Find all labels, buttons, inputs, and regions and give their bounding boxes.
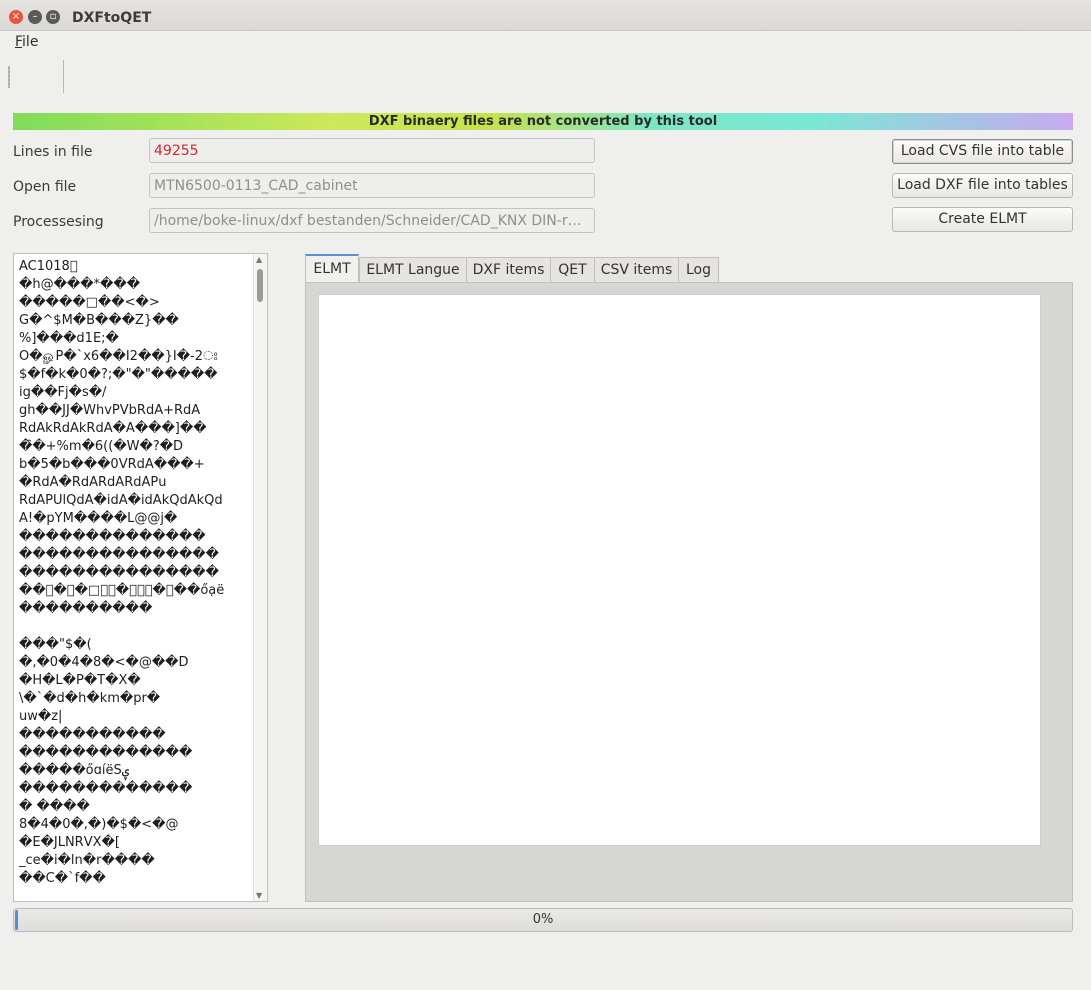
toolbar-grip-handle[interactable] bbox=[8, 66, 10, 88]
file-content-line: G�^$M�B���Z}�� bbox=[19, 312, 254, 330]
file-content-line: � ���� bbox=[19, 798, 254, 816]
file-content-line: ���������� bbox=[19, 600, 254, 618]
file-content-line: �,�0�4�8�<�@��D bbox=[19, 654, 254, 672]
file-content-line: 8�4�0�,�)�$�<�@ bbox=[19, 816, 254, 834]
file-content-line: �H�L�P�T�X� bbox=[19, 672, 254, 690]
file-content-line: �����□��<�> bbox=[19, 294, 254, 312]
lines-in-file-label: Lines in file bbox=[13, 144, 92, 160]
file-content-line: �����őɑíëSۑ bbox=[19, 762, 254, 780]
title-bar: × – ▫ DXFtoQET bbox=[0, 0, 1091, 31]
elmt-preview-canvas[interactable] bbox=[318, 294, 1041, 846]
file-content-line: gh��JJ�WhvPVbRdA+RdA bbox=[19, 402, 254, 420]
file-content-lines: AC1018  �h@���*�� � �����□��<�> G�^… bbox=[19, 258, 254, 888]
processing-path-field[interactable]: /home/boke-linux/dxf bestanden/Schneider… bbox=[149, 208, 595, 233]
menu-file-label: ile bbox=[22, 34, 38, 50]
file-content-line: b�5�b���0VRdA���+ bbox=[19, 456, 254, 474]
file-content-line: �E�JLNRVX�[ bbox=[19, 834, 254, 852]
file-content-line: O�ௐP�`x6��I2��}I�-2ਃ bbox=[19, 348, 254, 366]
scroll-up-arrow-icon[interactable]: ▲ bbox=[256, 255, 262, 264]
menu-file-mnemonic: F bbox=[15, 34, 22, 50]
load-cvs-button[interactable]: Load CVS file into table bbox=[892, 139, 1073, 164]
file-content-scrollbar[interactable]: ▲ ▼ bbox=[253, 254, 267, 901]
close-window-button[interactable]: × bbox=[9, 10, 23, 24]
file-content-line: ��C�`f�� bbox=[19, 870, 254, 888]
scroll-thumb[interactable] bbox=[257, 269, 263, 302]
file-content-line: %]���d1E;� bbox=[19, 330, 254, 348]
warning-banner: DXF binaery files are not converted by t… bbox=[13, 113, 1073, 130]
file-content-line: uw�z| bbox=[19, 708, 254, 726]
file-content-line: �̑�+%m�6((�W�?�D bbox=[19, 438, 254, 456]
file-content-line: A!�pYM����L@@j� bbox=[19, 510, 254, 528]
file-content-line: _ce�i�ln�r���� bbox=[19, 852, 254, 870]
tab-elmt-langue[interactable]: ELMT Langue bbox=[359, 257, 467, 282]
tab-csv-items[interactable]: CSV items bbox=[594, 257, 679, 282]
file-content-line: $�f�k�0�?;�"�"����� bbox=[19, 366, 254, 384]
tab-panel bbox=[305, 282, 1073, 902]
file-content-line: �RdA�RdARdARdAPu bbox=[19, 474, 254, 492]
lines-in-file-field[interactable]: 49255 bbox=[149, 138, 595, 163]
file-content-line: RdAkRdAkRdA�A���]�� bbox=[19, 420, 254, 438]
tab-log[interactable]: Log bbox=[678, 257, 719, 282]
maximize-window-button[interactable]: ▫ bbox=[46, 10, 60, 24]
file-content-textarea[interactable]: AC1018  �h@���*�� � �����□��<�> G�^… bbox=[13, 253, 268, 902]
window-title: DXFtoQET bbox=[72, 10, 151, 26]
file-content-line:  bbox=[19, 618, 254, 636]
file-content-line: ���"$�( bbox=[19, 636, 254, 654]
file-content-line: ����□ా����őạë bbox=[19, 582, 254, 600]
menu-file[interactable]: File bbox=[15, 34, 38, 50]
open-file-label: Open file bbox=[13, 179, 76, 195]
file-content-line: ig��Fj�s�/ bbox=[19, 384, 254, 402]
file-content-line: �h@���*�� � bbox=[19, 276, 254, 294]
processing-label: Processesing bbox=[13, 214, 104, 230]
file-content-line: ��������������� bbox=[19, 546, 254, 564]
progress-bar: 0% bbox=[13, 908, 1073, 932]
progress-label: 0% bbox=[14, 909, 1072, 931]
open-file-field[interactable]: MTN6500-0113_CAD_cabinet bbox=[149, 173, 595, 198]
file-content-line: �������������� bbox=[19, 528, 254, 546]
tab-qet[interactable]: QET bbox=[550, 257, 595, 282]
tab-dxf-items[interactable]: DXF items bbox=[466, 257, 551, 282]
file-content-line: ��������������� bbox=[19, 564, 254, 582]
file-content-line: ������������� bbox=[19, 780, 254, 798]
file-content-line: ������������� bbox=[19, 744, 254, 762]
file-content-line: ����������� bbox=[19, 726, 254, 744]
file-content-line: AC1018  bbox=[19, 258, 254, 276]
menu-bar: File bbox=[0, 31, 1091, 55]
file-content-line: \�`�d�h�km�pr� bbox=[19, 690, 254, 708]
file-content-line: RdAPUlQdA�idA�idAkQdAkQd bbox=[19, 492, 254, 510]
minimize-window-button[interactable]: – bbox=[28, 10, 42, 24]
tab-elmt[interactable]: ELMT bbox=[305, 254, 359, 283]
load-dxf-button[interactable]: Load DXF file into tables bbox=[892, 173, 1073, 198]
create-elmt-button[interactable]: Create ELMT bbox=[892, 207, 1073, 232]
scroll-down-arrow-icon[interactable]: ▼ bbox=[256, 891, 262, 900]
toolbar-separator bbox=[63, 60, 64, 93]
